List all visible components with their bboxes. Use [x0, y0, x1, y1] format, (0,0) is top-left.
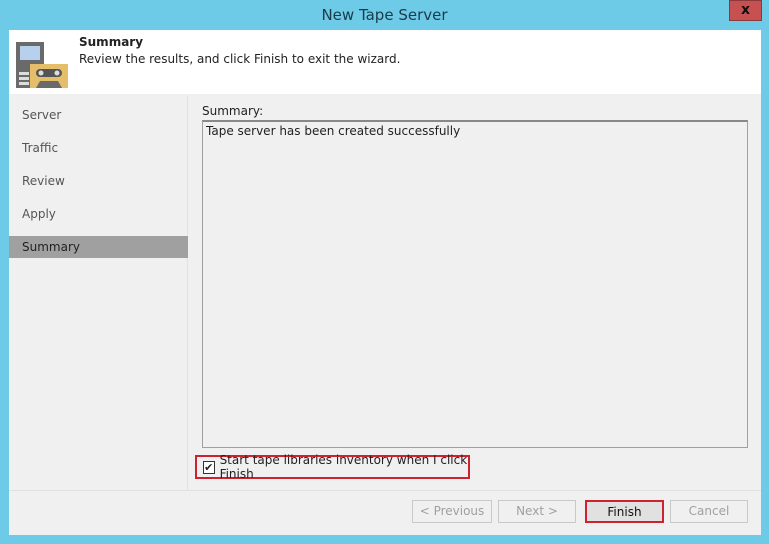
next-button[interactable]: Next >	[498, 500, 576, 523]
nav-item-review[interactable]: Review	[9, 170, 188, 192]
header-subtitle: Review the results, and click Finish to …	[79, 52, 401, 66]
nav-item-apply[interactable]: Apply	[9, 203, 188, 225]
footer-divider	[9, 490, 761, 491]
wizard-window: Summary Review the results, and click Fi…	[9, 30, 761, 535]
previous-button[interactable]: < Previous	[412, 500, 492, 523]
inventory-checkbox-row[interactable]: ✔ Start tape libraries inventory when I …	[195, 453, 470, 481]
close-button[interactable]: x	[729, 0, 762, 21]
finish-button[interactable]: Finish	[585, 500, 664, 523]
summary-text: Tape server has been created successfull…	[206, 124, 461, 138]
header-title: Summary	[79, 35, 144, 49]
nav-item-traffic[interactable]: Traffic	[9, 137, 188, 159]
cancel-button[interactable]: Cancel	[670, 500, 748, 523]
summary-label: Summary:	[202, 104, 264, 118]
nav-item-server[interactable]: Server	[9, 104, 188, 126]
nav-item-summary[interactable]: Summary	[9, 236, 188, 258]
wizard-header: Summary Review the results, and click Fi…	[9, 30, 761, 94]
summary-textbox[interactable]: Tape server has been created successfull…	[202, 120, 748, 448]
window-title: New Tape Server	[321, 6, 448, 24]
inventory-checkbox[interactable]: ✔	[203, 460, 215, 474]
wizard-steps: Server Traffic Review Apply Summary	[9, 96, 188, 490]
inventory-checkbox-label[interactable]: Start tape libraries inventory when I cl…	[220, 453, 468, 481]
tape-server-icon	[16, 42, 68, 88]
